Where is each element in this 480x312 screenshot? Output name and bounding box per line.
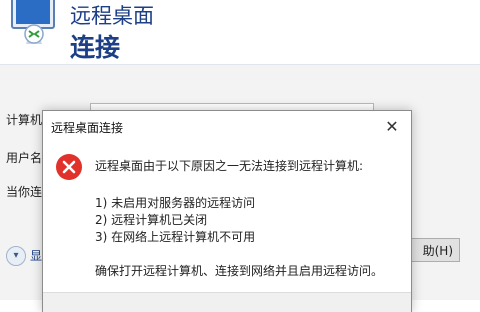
reason-item: 2) 远程计算机已关闭 xyxy=(95,213,208,227)
error-dialog: 远程桌面连接 ✕ 远程桌面由于以下原因之一无法连接到远程计算机: 1) 未启用对… xyxy=(42,110,412,312)
window-header: 远程桌面 连接 xyxy=(0,0,480,65)
error-icon xyxy=(56,154,82,180)
reason-item: 1) 未启用对服务器的远程访问 xyxy=(95,196,256,210)
window-title-line1: 远程桌面 xyxy=(70,4,154,28)
close-icon[interactable]: ✕ xyxy=(381,116,403,138)
reason-item: 3) 在网络上远程计算机不可用 xyxy=(95,230,256,244)
error-message: 远程桌面由于以下原因之一无法连接到远程计算机: xyxy=(95,159,364,173)
credential-note-label: 当你连 xyxy=(6,185,43,199)
computer-label: 计算机 xyxy=(6,113,43,127)
show-options-icon[interactable]: ▾ xyxy=(6,246,26,266)
dialog-titlebar: 远程桌面连接 ✕ xyxy=(43,111,411,141)
resolution-message: 确保打开远程计算机、连接到网络并且启用远程访问。 xyxy=(95,264,384,278)
remote-desktop-icon xyxy=(11,0,55,44)
dialog-button-area xyxy=(43,292,411,312)
username-label: 用户名 xyxy=(6,151,43,165)
dialog-title: 远程桌面连接 xyxy=(51,121,124,135)
window-title-line2: 连接 xyxy=(70,33,121,62)
help-button[interactable]: 助(H) xyxy=(408,238,460,262)
